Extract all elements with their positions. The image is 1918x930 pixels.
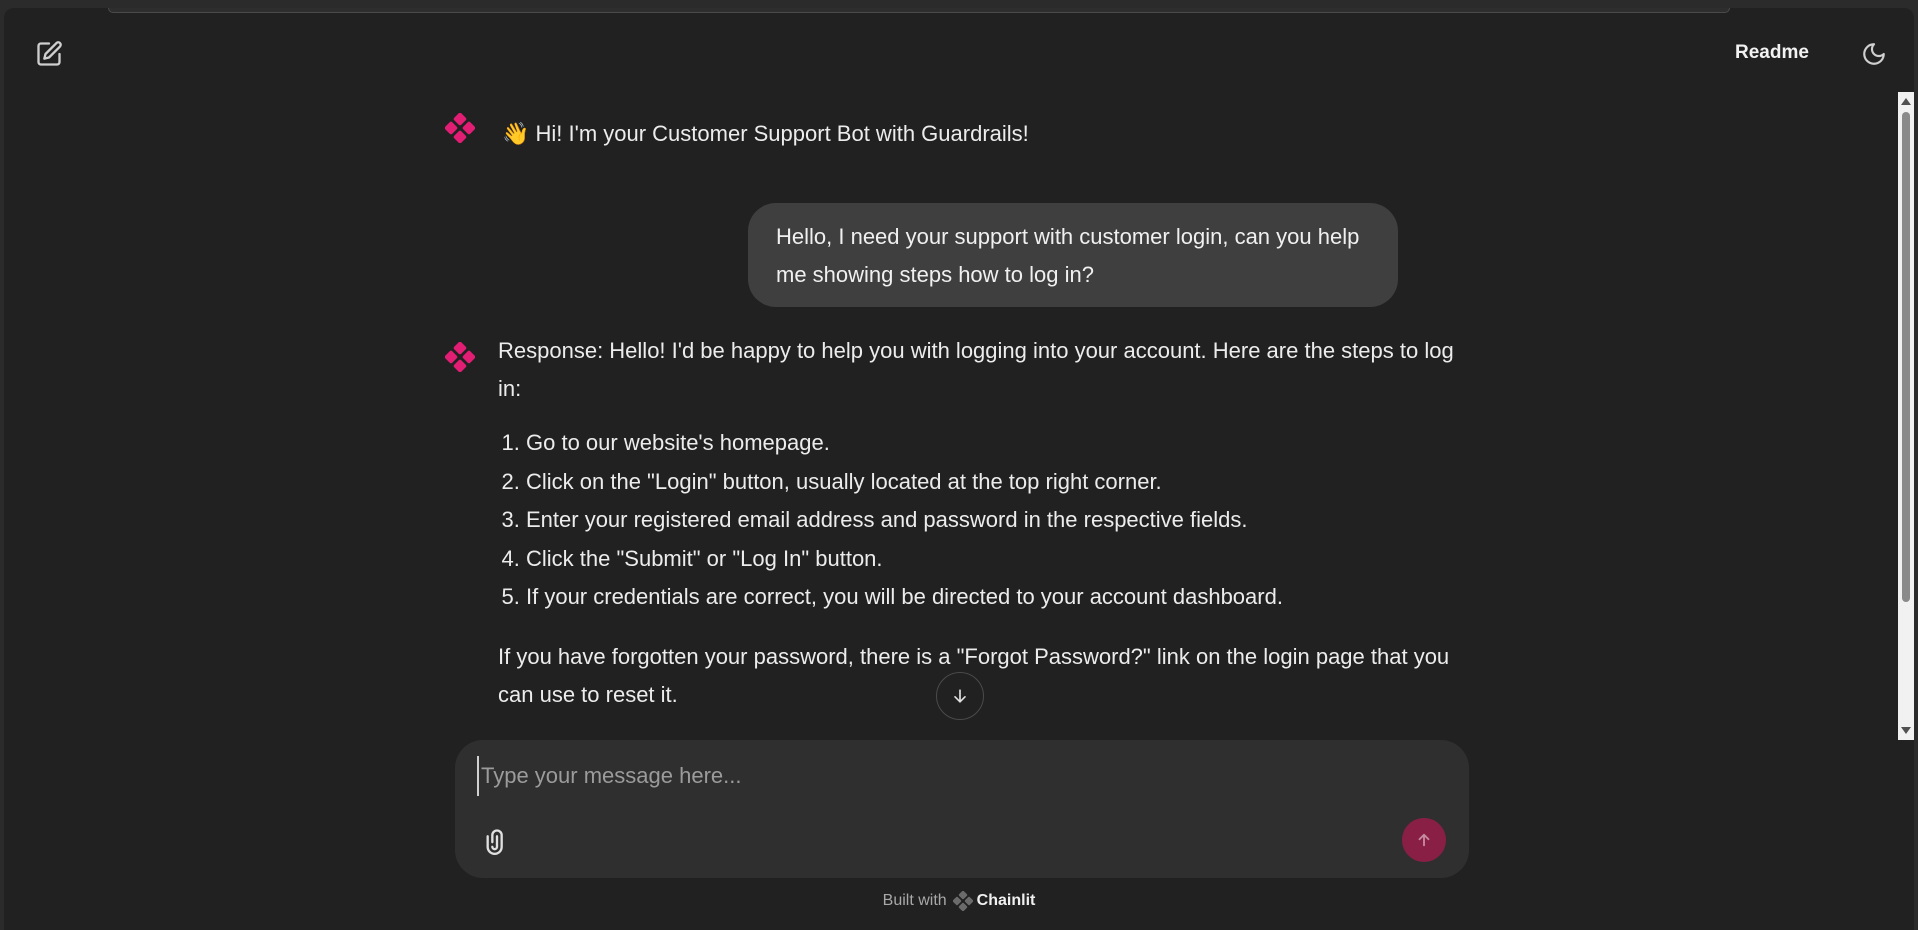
footer: Built with Chainlit xyxy=(4,886,1914,916)
list-item: Go to our website's homepage. xyxy=(526,424,1283,463)
new-chat-button[interactable] xyxy=(31,36,67,72)
chainlit-logo-icon xyxy=(952,891,973,911)
bot-greeting-message: 👋 Hi! I'm your Customer Support Bot with… xyxy=(502,121,1029,146)
chainlit-brand-label: Chainlit xyxy=(976,892,1036,909)
chat-scrollbar[interactable] xyxy=(1898,92,1914,740)
scrollbar-thumb[interactable] xyxy=(1902,112,1910,602)
list-item: If your credentials are correct, you wil… xyxy=(526,578,1283,617)
scroll-up-arrow-icon[interactable] xyxy=(1901,98,1911,105)
login-steps-list: Go to our website's homepage. Click on t… xyxy=(498,424,1283,617)
attach-file-button[interactable] xyxy=(477,821,517,861)
user-message: Hello, I need your support with customer… xyxy=(748,203,1398,307)
bot-response-intro: Response: Hello! I'd be happy to help yo… xyxy=(498,338,1454,401)
bot-response-outro: If you have forgotten your password, the… xyxy=(498,644,1450,707)
edit-icon xyxy=(37,41,62,66)
readme-button[interactable]: Readme xyxy=(1735,38,1809,68)
built-with-label: Built with xyxy=(882,892,947,909)
chat-thread: 👋 Hi! I'm your Customer Support Bot with… xyxy=(4,92,1894,740)
message-input[interactable]: Type your message here... xyxy=(477,756,1441,796)
send-button[interactable] xyxy=(1402,818,1446,862)
moon-icon xyxy=(1863,43,1885,65)
list-item: Click on the "Login" button, usually loc… xyxy=(526,463,1283,502)
bot-avatar-icon xyxy=(445,342,475,372)
theme-toggle-button[interactable] xyxy=(1856,36,1892,72)
list-item: Click the "Submit" or "Log In" button. xyxy=(526,540,1283,579)
arrow-down-icon xyxy=(954,689,966,703)
app-window: Readme 👋 Hi! I'm your Customer Support B… xyxy=(4,8,1914,930)
message-composer: Type your message here... xyxy=(455,740,1469,878)
scroll-to-bottom-button[interactable] xyxy=(936,672,984,720)
scroll-down-arrow-icon[interactable] xyxy=(1901,727,1911,734)
chainlit-link[interactable]: Chainlit xyxy=(952,891,1036,911)
bot-avatar-icon xyxy=(445,113,475,143)
paperclip-icon xyxy=(486,829,503,855)
arrow-up-icon xyxy=(1418,833,1430,847)
header: Readme xyxy=(4,8,1914,92)
list-item: Enter your registered email address and … xyxy=(526,501,1283,540)
